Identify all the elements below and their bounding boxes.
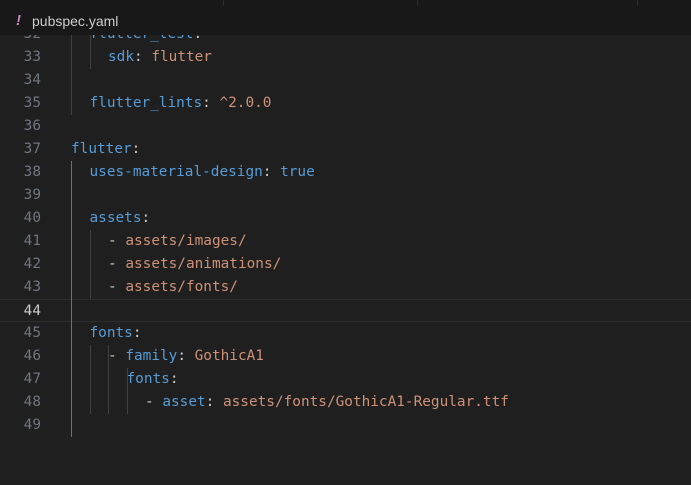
code-line[interactable]: 40 assets: [0,207,691,230]
line-content[interactable]: assets: [90,207,151,230]
code-line[interactable]: 36 [0,115,691,138]
code-line[interactable]: 46 - family: GothicA1 [0,345,691,368]
line-number: 47 [23,371,41,387]
code-editor[interactable]: 32 flutter_test: 33 sdk: flutter 34 35 flutter… [0,35,691,485]
yaml-key: assets [89,210,142,226]
line-content[interactable]: sdk: flutter [108,46,212,69]
line-number: 39 [23,187,41,203]
line-content[interactable]: fonts: [127,368,179,391]
line-content[interactable]: uses-material-design: true [90,161,315,184]
line-number: 44 [23,303,41,319]
yaml-colon: : [131,141,141,157]
code-line[interactable]: 38 uses-material-design: true [0,161,691,184]
exclamation-icon: ! [16,12,21,29]
yaml-value: ^2.0.0 [219,95,272,111]
indent-guide [126,368,128,414]
code-line[interactable]: 43 - assets/fonts/ [0,276,691,299]
yaml-value: true [280,164,315,180]
list-dash: - [108,256,126,272]
yaml-colon: : [193,35,202,42]
code-line[interactable]: 39 [0,184,691,207]
current-line[interactable]: 44 [0,299,691,322]
yaml-key: flutter [71,141,132,157]
line-number: 41 [23,233,41,249]
line-number: 35 [23,95,41,111]
code-line[interactable]: 47 fonts: [0,368,691,391]
indent-guide [71,161,72,437]
yaml-colon: : [169,371,179,387]
indent-guide [89,345,91,414]
yaml-value: assets/fonts/ [125,279,238,295]
line-number: 34 [23,72,41,88]
line-number: 43 [23,279,41,295]
line-content[interactable]: - assets/fonts/ [108,276,238,299]
code-line[interactable]: 32 flutter_test: [0,35,691,46]
tab-divider [637,0,638,6]
code-line[interactable]: 37 flutter: [0,138,691,161]
line-number: 45 [23,325,41,341]
line-number: 49 [23,417,41,433]
yaml-key: fonts [126,371,170,387]
tab-divider [417,0,418,6]
line-number: 32 [0,35,41,46]
yaml-colon: : [132,325,142,341]
code-line[interactable]: 42 - assets/animations/ [0,253,691,276]
yaml-key: uses-material-design [89,164,263,180]
tab-filename: pubspec.yaml [32,12,119,29]
line-number: 46 [23,348,41,364]
line-content[interactable]: - assets/animations/ [108,253,281,276]
line-number: 33 [23,49,41,65]
line-number: 37 [23,141,41,157]
line-number: 40 [23,210,41,226]
yaml-colon: : [134,49,152,65]
list-dash: - [145,394,163,410]
yaml-value: assets/fonts/GothicA1-Regular.ttf [222,394,509,410]
code-line[interactable]: 33 sdk: flutter [0,46,691,69]
yaml-value: GothicA1 [194,348,264,364]
yaml-value: assets/animations/ [125,256,282,272]
yaml-key: asset [162,394,206,410]
indent-guide [89,230,91,299]
code-line[interactable]: 45 fonts: [0,322,691,345]
yaml-value: assets/images/ [125,233,247,249]
code-line[interactable]: 48 - asset: assets/fonts/GothicA1-Regular… [0,391,691,414]
yaml-key: fonts [89,325,133,341]
tab-pubspec-yaml[interactable]: ! pubspec.yaml [0,6,150,35]
yaml-key: family [125,348,178,364]
list-dash: - [108,279,126,295]
yaml-colon: : [202,95,220,111]
yaml-key: flutter_test [90,35,194,42]
line-number: 36 [23,118,41,134]
line-number: 48 [23,394,41,410]
tab-divider [223,0,224,6]
yaml-value: flutter [151,49,212,65]
code-line[interactable]: 49 [0,414,691,437]
line-content[interactable]: - family: GothicA1 [108,345,264,368]
line-content[interactable]: - assets/images/ [108,230,247,253]
line-number: 42 [23,256,41,272]
line-number: 38 [23,164,41,180]
yaml-key: sdk [108,49,134,65]
indent-guide [108,345,109,414]
line-content[interactable]: flutter_lints: ^2.0.0 [90,92,272,115]
yaml-key: flutter_lints [89,95,203,111]
code-line[interactable]: 41 - assets/images/ [0,230,691,253]
yaml-colon: : [177,348,195,364]
code-line[interactable]: 35 flutter_lints: ^2.0.0 [0,92,691,115]
yaml-colon: : [141,210,151,226]
yaml-colon: : [205,394,223,410]
list-dash: - [108,348,126,364]
line-content[interactable]: fonts: [90,322,142,345]
line-content[interactable]: flutter: [71,138,140,161]
yaml-colon: : [262,164,281,180]
indent-guide [71,35,72,115]
indent-guide [89,35,91,69]
tab-bar: ! pubspec.yaml [0,0,691,35]
line-content[interactable]: flutter_test: [90,35,203,46]
line-content[interactable]: - asset: assets/fonts/GothicA1-Regular.t… [145,391,509,414]
code-line[interactable]: 34 [0,69,691,92]
list-dash: - [108,233,126,249]
